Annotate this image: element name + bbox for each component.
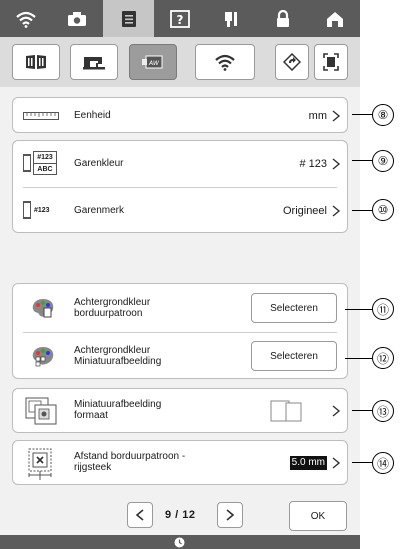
bg-thumb-row: Achtergrondkleur Miniatuurafbeelding Sel… bbox=[13, 333, 349, 380]
svg-text:AW: AW bbox=[148, 60, 160, 67]
previous-page-button[interactable] bbox=[127, 502, 153, 528]
tab-needle[interactable] bbox=[206, 0, 257, 37]
thumbnail-size-card: Miniatuurafbeelding formaat bbox=[12, 388, 348, 433]
page-indicator: 9 / 12 bbox=[165, 509, 196, 521]
bg-pattern-label-line2: borduurpatroon bbox=[74, 308, 143, 319]
thread-brand-row[interactable]: #123 Garenmerk Origineel bbox=[13, 188, 349, 234]
sewing-machine-icon bbox=[83, 57, 105, 70]
help-icon: ? bbox=[169, 9, 190, 28]
ruler-icon bbox=[23, 112, 59, 120]
lock-icon bbox=[276, 9, 289, 27]
thread-brand-value: Origineel bbox=[282, 205, 327, 217]
tab-lock[interactable] bbox=[257, 0, 308, 37]
bottom-bar bbox=[0, 535, 360, 549]
subtab-rotate[interactable] bbox=[275, 44, 309, 80]
callout-14: ⑭ bbox=[372, 452, 394, 474]
callout-13: ⑬ bbox=[372, 400, 394, 422]
thread-card: #123 ABC Garenkleur # 123 #123 Garenmerk… bbox=[12, 140, 348, 233]
thread-color-icon: #123 ABC bbox=[23, 151, 57, 175]
callout-8: ⑧ bbox=[372, 104, 394, 126]
bg-thumb-select-button[interactable]: Selecteren bbox=[251, 341, 337, 371]
unit-label: Eenheid bbox=[74, 110, 111, 121]
top-tab-bar: ? bbox=[0, 0, 360, 37]
basting-distance-icon bbox=[28, 448, 52, 480]
tab-wifi[interactable] bbox=[0, 0, 51, 37]
subtab-sewing[interactable] bbox=[70, 44, 118, 80]
tab-home[interactable] bbox=[309, 0, 360, 37]
pager-bar: 9 / 12 OK bbox=[0, 497, 360, 533]
subtab-embroidery[interactable]: AW bbox=[129, 44, 177, 80]
distance-card: Afstand borduurpatroon - rijgsteek 5.0 m… bbox=[12, 440, 348, 485]
unit-row[interactable]: Eenheid mm bbox=[13, 98, 349, 134]
unit-card: Eenheid mm bbox=[12, 97, 348, 133]
callout-line bbox=[352, 114, 372, 115]
bg-pattern-select-button[interactable]: Selecteren bbox=[251, 293, 337, 323]
bg-thumb-label-line2: Miniatuurafbeelding bbox=[74, 356, 162, 367]
settings-screen: ? AW Eenheid mm #123 ABC Garenkleur # 12… bbox=[0, 0, 360, 549]
chevron-right-icon bbox=[332, 110, 341, 122]
subtab-fullscreen[interactable] bbox=[314, 44, 348, 80]
subtab-book[interactable] bbox=[12, 44, 60, 80]
tab-camera[interactable] bbox=[51, 0, 102, 37]
background-color-card: Achtergrondkleur borduurpatroon Selecter… bbox=[12, 283, 348, 379]
chevron-left-icon bbox=[135, 509, 144, 521]
wifi-icon bbox=[15, 11, 36, 28]
thumbnail-preview-icon bbox=[270, 400, 302, 422]
chevron-right-icon bbox=[332, 205, 341, 217]
unit-value: mm bbox=[308, 110, 327, 122]
rotate-icon bbox=[283, 53, 301, 71]
svg-text:?: ? bbox=[176, 13, 183, 27]
distance-row[interactable]: Afstand borduurpatroon - rijgsteek 5.0 m… bbox=[13, 441, 349, 486]
bg-pattern-row: Achtergrondkleur borduurpatroon Selecter… bbox=[13, 284, 349, 332]
thumbnail-size-icon bbox=[25, 397, 57, 425]
chevron-right-icon bbox=[332, 457, 341, 469]
callout-line bbox=[352, 210, 372, 211]
thumb-size-label-line2: formaat bbox=[74, 410, 108, 421]
palette-icon bbox=[32, 347, 54, 367]
book-icon bbox=[26, 55, 46, 69]
chevron-right-icon bbox=[332, 158, 341, 170]
tab-help[interactable]: ? bbox=[154, 0, 205, 37]
distance-label-line2: rijgsteek bbox=[74, 462, 112, 473]
chevron-right-icon bbox=[226, 509, 235, 521]
thread-brand-label: Garenmerk bbox=[74, 205, 125, 216]
tab-settings-document[interactable] bbox=[103, 0, 154, 37]
wifi-icon bbox=[215, 54, 235, 71]
callout-10: ⑩ bbox=[372, 199, 394, 221]
thread-color-value: # 123 bbox=[299, 158, 327, 170]
sub-tab-bar: AW bbox=[0, 37, 360, 87]
document-icon bbox=[121, 10, 136, 27]
callout-12: ⑫ bbox=[372, 347, 394, 369]
camera-icon bbox=[67, 11, 86, 26]
fullscreen-icon bbox=[323, 53, 339, 71]
needle-icon bbox=[224, 11, 237, 27]
thread-color-row[interactable]: #123 ABC Garenkleur # 123 bbox=[13, 141, 349, 187]
callout-line bbox=[345, 309, 372, 310]
home-icon bbox=[326, 11, 343, 27]
chevron-right-icon bbox=[332, 405, 341, 417]
palette-icon bbox=[32, 299, 54, 318]
callout-line bbox=[352, 410, 372, 411]
callout-line bbox=[352, 160, 372, 161]
callout-line bbox=[352, 462, 372, 463]
callout-11: ⑪ bbox=[372, 298, 394, 320]
thread-color-label: Garenkleur bbox=[74, 158, 124, 169]
embroidery-frame-icon: AW bbox=[142, 55, 163, 69]
callout-line bbox=[345, 358, 372, 359]
thumb-size-row[interactable]: Miniatuurafbeelding formaat bbox=[13, 389, 349, 434]
thread-brand-icon: #123 bbox=[23, 201, 63, 219]
callout-9: ⑨ bbox=[372, 150, 394, 172]
distance-value: 5.0 mm bbox=[289, 456, 327, 470]
clock-icon bbox=[174, 537, 185, 548]
next-page-button[interactable] bbox=[217, 502, 243, 528]
subtab-wifi[interactable] bbox=[195, 44, 255, 80]
ok-button[interactable]: OK bbox=[289, 501, 347, 531]
